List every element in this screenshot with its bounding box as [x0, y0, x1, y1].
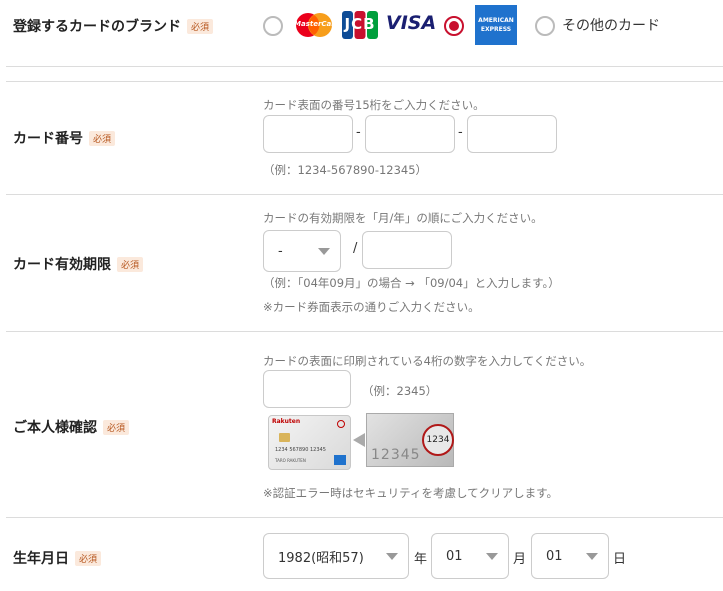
card-number-dash: - [458, 125, 463, 140]
circle-mark-icon [337, 420, 345, 428]
expiry-month-select[interactable]: - [263, 230, 341, 272]
card-number-dash: - [356, 125, 361, 140]
jcb-logo: JCB [342, 11, 378, 39]
birth-day-value: 01 [546, 548, 563, 564]
pointer-arrow-icon [353, 433, 365, 447]
required-badge: 必須 [75, 550, 102, 566]
brand-radio-mastercard[interactable] [263, 16, 283, 36]
mastercard-logo: MasterCard [294, 12, 340, 38]
cvv-label: ご本人様確認 必須 [13, 417, 130, 437]
divider [6, 331, 723, 332]
expiry-hint: カードの有効期限を「月/年」の順にご入力ください。 [263, 211, 543, 225]
expiry-note: ※カード券面表示の通りご入力ください。 [263, 300, 480, 314]
birth-month-unit: 月 [513, 552, 527, 567]
required-badge: 必須 [187, 18, 214, 34]
required-badge: 必須 [103, 419, 130, 435]
birth-day-select[interactable]: 01 [531, 533, 609, 579]
card-number-label: カード番号 必須 [13, 128, 116, 148]
cvv-example: （例：2345） [362, 384, 438, 398]
chevron-down-icon [318, 248, 330, 255]
brand-other-label[interactable]: その他のカード [562, 15, 660, 35]
cvv-label-text: ご本人様確認 [13, 420, 97, 436]
expiry-example: （例：「04年09月」の場合 → 「09/04」と入力します。） [263, 276, 560, 290]
card-brand-text: Rakuten [272, 418, 301, 425]
chevron-down-icon [486, 553, 498, 560]
cvv-note: ※認証エラー時はセキュリティを考慮してクリアします。 [263, 486, 558, 500]
expiry-year-field[interactable] [362, 231, 452, 269]
zoom-number-text: 12345 [371, 447, 421, 463]
expiry-month-value: - [278, 243, 283, 259]
brand-label: 登録するカードのブランド 必須 [13, 16, 214, 36]
card-number-hint: カード表面の番号15桁をご入力ください。 [263, 98, 485, 112]
cvv-highlight-circle: 1234 [422, 424, 454, 456]
amex-text-top: AMERICAN [478, 17, 514, 24]
card-number-field-1[interactable] [263, 115, 353, 153]
divider [6, 81, 723, 82]
card-number-example: （例：1234-567890-12345） [263, 163, 428, 177]
cvv-field[interactable] [263, 370, 351, 408]
card-holder-text: TARO RAKUTEN [275, 458, 306, 463]
birth-year-select[interactable]: 1982(昭和57) [263, 533, 409, 579]
visa-logo: VISA [386, 12, 437, 34]
chevron-down-icon [386, 553, 398, 560]
expiry-label-text: カード有効期限 [13, 257, 111, 273]
brand-radio-amex[interactable] [444, 16, 464, 36]
divider [6, 194, 723, 195]
amex-logo: AMERICAN EXPRESS [475, 5, 517, 45]
cvv-hint: カードの表面に印刷されている4桁の数字を入力してください。 [263, 354, 592, 368]
brand-label-text: 登録するカードのブランド [13, 19, 181, 35]
birth-year-unit: 年 [414, 552, 428, 567]
chip-icon [279, 433, 290, 442]
card-number-text: 1234 567890 12345 [275, 447, 326, 453]
birth-day-unit: 日 [613, 552, 627, 567]
card-illustration: Rakuten 1234 567890 12345 TARO RAKUTEN [268, 415, 351, 470]
expiry-slash: / [353, 241, 358, 256]
amex-mini-icon [334, 455, 346, 465]
zoom-code-text: 1234 [426, 435, 450, 445]
chevron-down-icon [586, 553, 598, 560]
birth-label-text: 生年月日 [13, 551, 69, 567]
mastercard-text: MasterCard [294, 20, 340, 28]
jcb-text: JCB [344, 15, 376, 33]
card-number-field-3[interactable] [467, 115, 557, 153]
amex-text-bottom: EXPRESS [480, 26, 512, 33]
birth-month-select[interactable]: 01 [431, 533, 509, 579]
required-badge: 必須 [117, 256, 144, 272]
birth-label: 生年月日 必須 [13, 548, 102, 568]
brand-radio-other[interactable] [535, 16, 555, 36]
divider [6, 66, 723, 67]
birth-year-value: 1982(昭和57) [278, 550, 364, 566]
card-number-label-text: カード番号 [13, 131, 83, 147]
card-zoom-illustration: 12345 1234 [366, 413, 454, 467]
card-number-field-2[interactable] [365, 115, 455, 153]
birth-month-value: 01 [446, 548, 463, 564]
expiry-label: カード有効期限 必須 [13, 254, 144, 274]
divider [6, 517, 723, 518]
required-badge: 必須 [89, 130, 116, 146]
